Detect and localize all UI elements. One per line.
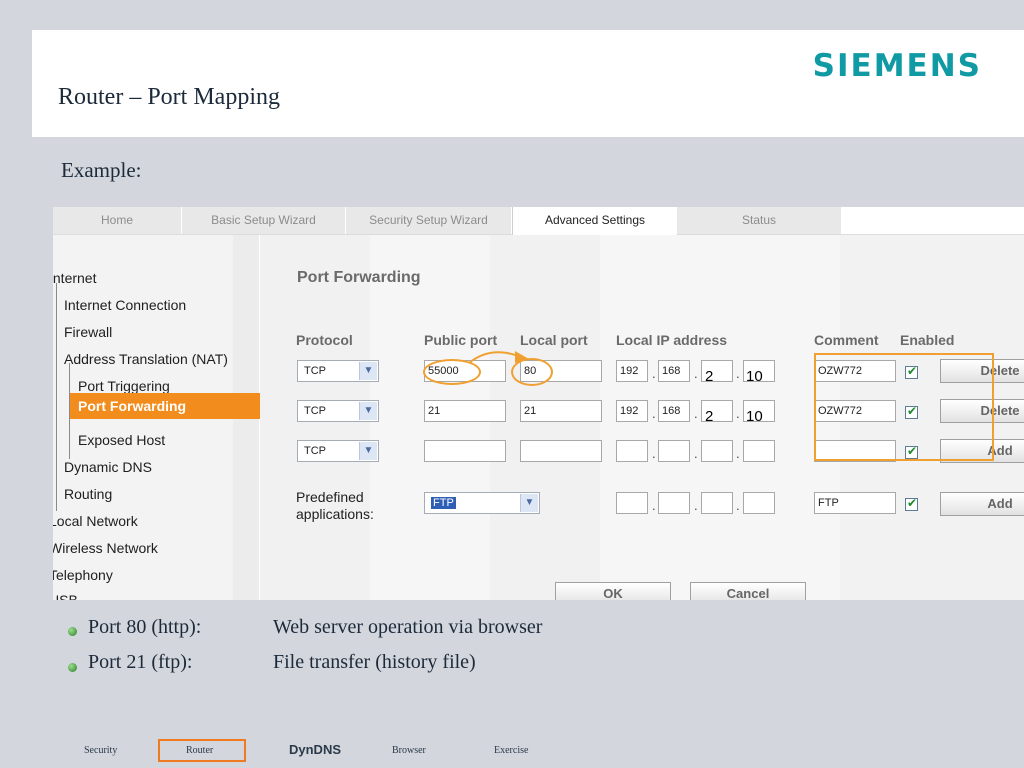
public-port-input[interactable] (424, 440, 506, 462)
slide-header: Router – Port Mapping SIEMENS (32, 30, 1024, 137)
sidebar-item-address-translation[interactable]: Address Translation (NAT) (64, 351, 228, 367)
sidebar-item-usb[interactable]: USB (53, 592, 78, 600)
ip-octet-2-input[interactable]: 168 (658, 400, 690, 422)
public-port-input[interactable]: 21 (424, 400, 506, 422)
predefined-label-line2: applications: (296, 506, 374, 522)
ip-octet-4-input[interactable] (743, 440, 775, 462)
comment-input[interactable]: FTP (814, 492, 896, 514)
chevron-down-icon: ▼ (359, 402, 377, 420)
footer-nav-dyndns[interactable]: DynDNS (289, 742, 341, 757)
ip-octet-3-input[interactable] (701, 492, 733, 514)
protocol-select[interactable]: TCP ▼ (297, 400, 379, 422)
tree-line (56, 283, 57, 511)
predefined-app-select[interactable]: FTP ▼ (424, 492, 540, 514)
tab-home[interactable]: Home (53, 207, 182, 234)
slide-title: Router – Port Mapping (58, 84, 280, 110)
predefined-label-line1: Predefined (296, 489, 364, 505)
ip-octet-3-value: 2 (705, 408, 714, 425)
bullet-description: Web server operation via browser (273, 616, 543, 638)
ip-dot: . (736, 498, 740, 513)
predefined-applications-label: Predefined applications: (296, 489, 374, 523)
sidebar-item-port-triggering[interactable]: Port Triggering (78, 378, 170, 394)
sidebar-item-routing[interactable]: Routing (64, 486, 112, 502)
local-port-input[interactable]: 21 (520, 400, 602, 422)
col-header-local-ip: Local IP address (616, 332, 728, 348)
col-header-enabled: Enabled (900, 332, 955, 348)
col-header-protocol: Protocol (296, 332, 353, 348)
ip-highlight-box (814, 353, 994, 461)
sidebar: Internet Internet Connection Firewall Ad… (53, 235, 270, 600)
ip-dot: . (652, 498, 656, 513)
ip-dot: . (694, 498, 698, 513)
bullet-term: Port 21 (ftp): (88, 651, 193, 673)
example-label: Example: (61, 158, 142, 182)
tab-advanced-settings[interactable]: Advanced Settings (512, 207, 678, 236)
protocol-select[interactable]: TCP ▼ (297, 440, 379, 462)
sidebar-item-exposed-host[interactable]: Exposed Host (78, 432, 165, 448)
bullet-icon (68, 663, 77, 672)
bullet-icon (68, 627, 77, 636)
footer-nav-browser[interactable]: Browser (392, 745, 426, 756)
tab-status[interactable]: Status (677, 207, 842, 234)
predefined-app-value: FTP (431, 497, 456, 509)
sidebar-item-wireless-network[interactable]: Wireless Network (53, 540, 158, 556)
ip-dot: . (652, 406, 656, 421)
sidebar-item-internet[interactable]: Internet (53, 270, 96, 286)
ip-octet-3-value: 2 (705, 368, 714, 385)
ok-button[interactable]: OK (555, 582, 671, 600)
ip-octet-4-value: 10 (746, 408, 763, 425)
ip-octet-1-input[interactable]: 192 (616, 360, 648, 382)
cancel-button[interactable]: Cancel (690, 582, 806, 600)
ip-octet-2-input[interactable] (658, 440, 690, 462)
brand-logo: SIEMENS (812, 48, 982, 84)
protocol-value: TCP (304, 405, 326, 417)
sidebar-item-port-forwarding[interactable]: Port Forwarding (70, 393, 270, 419)
ip-dot: . (736, 446, 740, 461)
chevron-down-icon: ▼ (520, 494, 538, 512)
enabled-checkbox[interactable] (905, 496, 918, 511)
sidebar-item-dynamic-dns[interactable]: Dynamic DNS (64, 459, 152, 475)
ip-octet-1-input[interactable] (616, 492, 648, 514)
ip-dot: . (694, 446, 698, 461)
bullet-term: Port 80 (http): (88, 616, 202, 638)
router-ui-panel: Home Basic Setup Wizard Security Setup W… (53, 207, 1024, 600)
ip-dot: . (652, 366, 656, 381)
main-content: Port Forwarding Protocol Public port Loc… (260, 235, 1024, 600)
chevron-down-icon: ▼ (359, 362, 377, 380)
sidebar-item-local-network[interactable]: Local Network (53, 513, 138, 529)
ip-dot: . (694, 366, 698, 381)
protocol-value: TCP (304, 445, 326, 457)
sidebar-item-internet-connection[interactable]: Internet Connection (64, 297, 186, 313)
ip-octet-4-value: 10 (746, 368, 763, 385)
protocol-value: TCP (304, 365, 326, 377)
ip-octet-1-input[interactable] (616, 440, 648, 462)
add-button[interactable]: Add (940, 492, 1024, 516)
bullet-description: File transfer (history file) (273, 651, 476, 673)
ip-dot: . (652, 446, 656, 461)
col-header-comment: Comment (814, 332, 879, 348)
mapping-arrow-icon (468, 351, 529, 364)
footer-nav-security[interactable]: Security (84, 745, 117, 756)
sidebar-item-firewall[interactable]: Firewall (64, 324, 112, 340)
ip-dot: . (736, 406, 740, 421)
local-port-input[interactable] (520, 440, 602, 462)
chevron-down-icon: ▼ (359, 442, 377, 460)
ip-dot: . (694, 406, 698, 421)
ip-dot: . (736, 366, 740, 381)
sidebar-item-telephony[interactable]: Telephony (53, 567, 113, 583)
page-heading: Port Forwarding (297, 269, 421, 286)
ip-octet-1-input[interactable]: 192 (616, 400, 648, 422)
ip-octet-4-input[interactable] (743, 492, 775, 514)
footer-nav-exercise[interactable]: Exercise (494, 745, 528, 756)
ip-octet-2-input[interactable] (658, 492, 690, 514)
tab-basic-setup-wizard[interactable]: Basic Setup Wizard (182, 207, 346, 234)
footer-nav-router[interactable]: Router (186, 745, 213, 756)
tab-bar: Home Basic Setup Wizard Security Setup W… (53, 207, 1024, 236)
ip-octet-3-input[interactable] (701, 440, 733, 462)
tab-security-setup-wizard[interactable]: Security Setup Wizard (346, 207, 512, 234)
ip-octet-2-input[interactable]: 168 (658, 360, 690, 382)
protocol-select[interactable]: TCP ▼ (297, 360, 379, 382)
